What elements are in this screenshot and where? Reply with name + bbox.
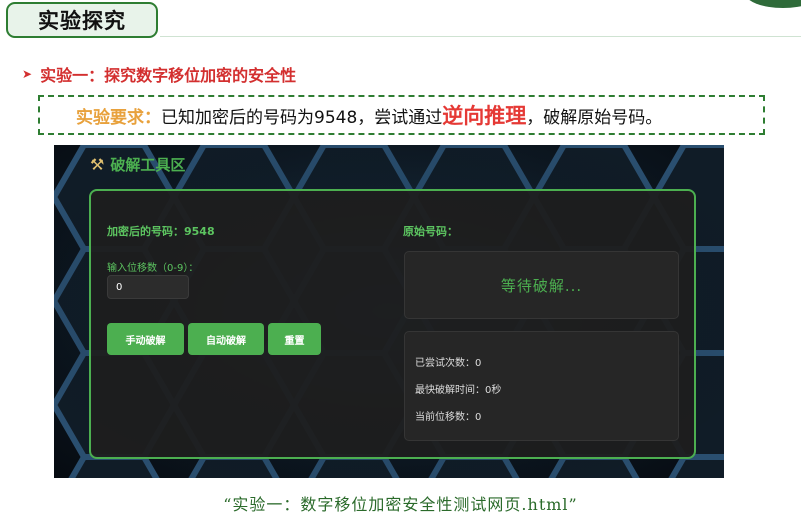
crack-tool-screenshot: ⚒ 破解工具区 加密后的号码：9548 输入位移数（0-9）： 手动破解 自动破… xyxy=(54,145,724,478)
fastest-time: 最快破解时间：0秒 xyxy=(415,385,502,396)
tools-icon: ⚒ xyxy=(90,155,105,174)
requirement-text-after: ，破解原始号码。 xyxy=(526,107,663,128)
corner-decoration xyxy=(745,0,801,8)
tool-heading-label: 破解工具区 xyxy=(110,156,186,174)
experiment-heading-row: ➤ 实验一：探究数字移位加密的安全性 xyxy=(22,62,296,86)
stats-panel: 已尝试次数：0 最快破解时间：0秒 当前位移数：0 xyxy=(404,331,679,441)
file-caption: “实验一：数字移位加密安全性测试网页.html” xyxy=(223,495,578,514)
requirement-label: 实验要求： xyxy=(76,107,161,128)
requirement-emphasis: 逆向推理 xyxy=(442,104,527,128)
tool-heading: ⚒ 破解工具区 xyxy=(90,154,185,175)
encrypted-number-label: 加密后的号码：9548 xyxy=(107,225,215,238)
auto-crack-button[interactable]: 自动破解 xyxy=(188,323,264,355)
reset-button[interactable]: 重置 xyxy=(268,323,321,355)
slide-title: 实验探究 xyxy=(6,2,158,38)
header-divider xyxy=(160,36,801,37)
crack-panel: 加密后的号码：9548 输入位移数（0-9）： 手动破解 自动破解 重置 原始号… xyxy=(89,189,696,459)
experiment-heading: 实验一：探究数字移位加密的安全性 xyxy=(40,66,297,85)
arrow-right-icon: ➤ xyxy=(22,67,33,81)
original-number-label: 原始号码： xyxy=(403,225,458,238)
attempts-count: 已尝试次数：0 xyxy=(415,358,482,369)
manual-crack-button[interactable]: 手动破解 xyxy=(107,323,184,355)
shift-input-label: 输入位移数（0-9）： xyxy=(107,263,199,274)
requirement-text-before: 已知加密后的号码为9548，尝试通过 xyxy=(161,107,443,128)
requirement-box: 实验要求： 已知加密后的号码为9548，尝试通过 逆向推理 ，破解原始号码。 xyxy=(38,95,765,135)
original-number-display: 等待破解... xyxy=(404,251,679,319)
shift-input[interactable] xyxy=(107,275,189,299)
current-shift: 当前位移数：0 xyxy=(415,412,482,423)
